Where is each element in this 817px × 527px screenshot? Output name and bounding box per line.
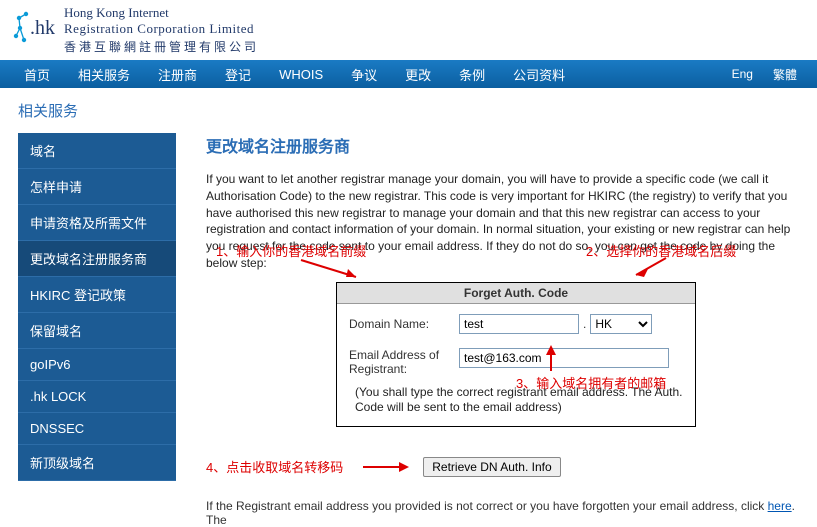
logo-icon: .hk (12, 10, 58, 50)
nav-home[interactable]: 首页 (10, 65, 64, 84)
logo: .hk Hong Kong Internet Registration Corp… (12, 5, 259, 55)
domain-input[interactable] (459, 314, 579, 334)
sidebar-item-domain[interactable]: 域名 (18, 133, 176, 169)
nav-rules[interactable]: 条例 (445, 65, 499, 84)
sidebar-item-hklock[interactable]: .hk LOCK (18, 381, 176, 413)
suffix-select[interactable]: HK (590, 314, 652, 334)
here-link[interactable]: here (768, 499, 792, 513)
sidebar-item-reserved[interactable]: 保留域名 (18, 313, 176, 349)
arrow-3-icon (536, 343, 566, 373)
top-nav: 首页 相关服务 注册商 登记 WHOIS 争议 更改 条例 公司资料 Eng 繁… (0, 60, 817, 88)
nav-dispute[interactable]: 争议 (337, 65, 391, 84)
logo-en-line1: Hong Kong Internet (64, 5, 259, 21)
lang-trad[interactable]: 繁體 (763, 66, 807, 83)
annotation-4: 4、点击收取域名转移码 (206, 457, 343, 476)
auth-code-form: Forget Auth. Code Domain Name: . HK Emai… (336, 282, 696, 427)
page-subtitle: 相关服务 (0, 88, 817, 133)
sidebar-item-hkirc-policy[interactable]: HKIRC 登记政策 (18, 277, 176, 313)
nav-registrar[interactable]: 注册商 (144, 65, 211, 84)
sidebar: 域名 怎样申请 申请资格及所需文件 更改域名注册服务商 HKIRC 登记政策 保… (18, 133, 176, 527)
arrow-1-icon (296, 255, 366, 285)
main-content: 更改域名注册服务商 If you want to let another reg… (206, 133, 817, 527)
nav-whois[interactable]: WHOIS (265, 67, 337, 82)
email-label-1: Email Address of (349, 348, 459, 362)
nav-company[interactable]: 公司资料 (499, 65, 579, 84)
sidebar-item-newtld[interactable]: 新顶级域名 (18, 445, 176, 481)
nav-change[interactable]: 更改 (391, 65, 445, 84)
arrow-2-icon (626, 253, 676, 283)
sidebar-item-dnssec[interactable]: DNSSEC (18, 413, 176, 445)
domain-label: Domain Name: (349, 317, 459, 331)
nav-services[interactable]: 相关服务 (64, 65, 144, 84)
nav-register[interactable]: 登记 (211, 65, 265, 84)
sidebar-item-eligibility[interactable]: 申请资格及所需文件 (18, 205, 176, 241)
dot-separator: . (583, 317, 586, 331)
logo-text: Hong Kong Internet Registration Corporat… (64, 5, 259, 55)
logo-zh: 香港互聯網註冊管理有限公司 (64, 38, 259, 55)
logo-en-line2: Registration Corporation Limited (64, 21, 259, 37)
header: .hk Hong Kong Internet Registration Corp… (0, 0, 817, 60)
annotation-3: 3、输入域名拥有者的邮箱 (516, 373, 666, 392)
sidebar-item-apply[interactable]: 怎样申请 (18, 169, 176, 205)
sidebar-item-change-registrar[interactable]: 更改域名注册服务商 (18, 241, 176, 277)
email-label-2: Registrant: (349, 362, 459, 376)
footer-paragraph: If the Registrant email address you prov… (206, 499, 799, 527)
lang-eng[interactable]: Eng (722, 67, 763, 81)
form-title: Forget Auth. Code (337, 283, 695, 304)
page-title: 更改域名注册服务商 (206, 133, 799, 157)
svg-text:.hk: .hk (30, 17, 55, 39)
arrow-4-icon (361, 460, 411, 474)
retrieve-button[interactable]: Retrieve DN Auth. Info (423, 457, 560, 477)
sidebar-item-goipv6[interactable]: goIPv6 (18, 349, 176, 381)
